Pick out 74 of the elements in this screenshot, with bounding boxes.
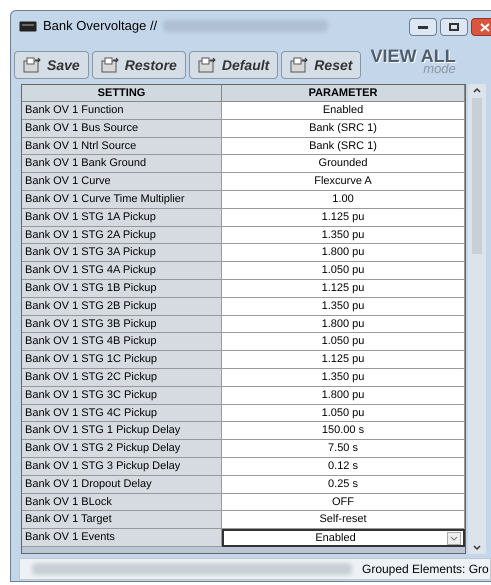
document-icon xyxy=(290,57,308,73)
setting-cell: Bank OV 1 Curve Time Multiplier xyxy=(22,190,222,209)
scroll-up-icon[interactable] xyxy=(472,86,482,94)
setting-cell: Bank OV 1 STG 2B Pickup xyxy=(22,298,222,316)
parameter-cell[interactable]: Grounded xyxy=(222,155,465,174)
document-icon xyxy=(23,57,41,73)
status-text: Grouped Elements: Gro xyxy=(362,561,489,578)
parameter-cell[interactable]: 1.350 pu xyxy=(222,298,465,316)
setting-cell: Bank OV 1 STG 3C Pickup xyxy=(22,386,222,405)
setting-cell: Bank OV 1 STG 4C Pickup xyxy=(22,404,222,422)
setting-cell: Bank OV 1 Target xyxy=(22,511,222,530)
parameter-cell[interactable]: 1.125 pu xyxy=(222,208,465,227)
setting-cell: Bank OV 1 STG 3B Pickup xyxy=(22,316,222,334)
document-icon xyxy=(100,57,119,73)
setting-cell: Bank OV 1 Ntrl Source xyxy=(22,138,222,156)
scroll-down-icon[interactable] xyxy=(472,544,482,552)
window-title: Bank Overvoltage // xyxy=(43,17,158,36)
maximize-icon xyxy=(449,23,459,31)
parameter-cell[interactable]: 1.050 pu xyxy=(222,404,465,422)
parameter-cell[interactable]: Enabled xyxy=(222,102,465,120)
setting-cell: Bank OV 1 STG 2C Pickup xyxy=(22,368,222,387)
toolbar-button[interactable]: Reset xyxy=(281,51,362,79)
setting-cell: Bank OV 1 STG 1C Pickup xyxy=(22,351,222,369)
setting-cell: Bank OV 1 STG 1 Pickup Delay xyxy=(22,422,222,440)
document-icon xyxy=(198,57,216,73)
parameter-cell[interactable]: Flexcurve A xyxy=(222,173,465,191)
parameter-cell[interactable]: Self-reset xyxy=(222,511,465,530)
toolbar-button[interactable]: Default xyxy=(188,51,278,79)
parameter-cell[interactable]: Bank (SRC 1) xyxy=(222,120,465,138)
setting-cell: Bank OV 1 STG 1A Pickup xyxy=(22,208,222,227)
setting-cell: Bank OV 1 Bank Ground xyxy=(22,155,222,174)
setting-cell: Bank OV 1 Curve xyxy=(22,173,222,191)
scrollbar[interactable] xyxy=(468,84,486,554)
setting-cell: Bank OV 1 STG 3A Pickup xyxy=(22,244,222,262)
parameter-cell[interactable]: 1.125 pu xyxy=(222,351,465,369)
parameter-cell[interactable]: 1.050 pu xyxy=(222,333,465,352)
parameter-cell[interactable]: OFF xyxy=(222,494,465,512)
toolbar-button[interactable]: Restore xyxy=(92,51,186,79)
setting-cell: Bank OV 1 Function xyxy=(22,102,222,120)
close-icon xyxy=(480,22,490,32)
setting-cell: Bank OV 1 STG 4B Pickup xyxy=(22,333,222,352)
setting-cell: Bank OV 1 STG 4A Pickup xyxy=(22,262,222,280)
minimize-icon xyxy=(418,26,428,28)
parameter-cell[interactable]: 1.00 xyxy=(222,190,465,209)
parameter-cell[interactable]: 0.12 s xyxy=(222,458,465,476)
setting-cell: Bank OV 1 STG 2A Pickup xyxy=(22,226,222,244)
setting-cell: Bank OV 1 STG 2 Pickup Delay xyxy=(22,440,222,458)
parameter-cell[interactable]: 1.800 pu xyxy=(222,244,465,262)
setting-cell: Bank OV 1 Events xyxy=(22,529,222,547)
parameter-cell[interactable]: 1.050 pu xyxy=(222,262,465,280)
parameter-cell[interactable]: 1.350 pu xyxy=(222,368,465,387)
setting-cell: Bank OV 1 STG 3 Pickup Delay xyxy=(22,458,222,476)
parameter-cell[interactable]: 1.125 pu xyxy=(222,280,465,298)
parameter-cell[interactable]: 150.00 s xyxy=(222,422,465,440)
toolbar-button[interactable]: Save xyxy=(14,51,89,79)
mode-title: VIEW ALL xyxy=(370,47,456,65)
setting-cell: Bank OV 1 Dropout Delay xyxy=(22,476,222,494)
setting-cell: Bank OV 1 Bus Source xyxy=(22,120,222,138)
parameter-cell[interactable]: 1.800 pu xyxy=(222,316,465,334)
parameter-cell[interactable]: Bank (SRC 1) xyxy=(222,138,465,156)
column-header: PARAMETER xyxy=(222,85,465,102)
parameter-cell[interactable]: 0.25 s xyxy=(222,476,465,494)
mode-subtitle: mode xyxy=(423,62,456,75)
close-button[interactable] xyxy=(471,18,491,36)
parameter-cell[interactable]: 7.50 s xyxy=(222,440,465,458)
column-header: SETTING xyxy=(22,85,222,102)
dropdown-field[interactable]: Enabled xyxy=(222,529,465,547)
parameter-cell[interactable]: 1.350 pu xyxy=(222,226,465,244)
setting-cell: Bank OV 1 BLock xyxy=(22,494,222,512)
setting-cell: Bank OV 1 STG 1B Pickup xyxy=(22,280,222,298)
maximize-button[interactable] xyxy=(440,18,468,36)
minimize-button[interactable] xyxy=(409,18,437,36)
parameter-cell[interactable]: 1.800 pu xyxy=(222,386,465,405)
app-icon xyxy=(19,20,37,32)
